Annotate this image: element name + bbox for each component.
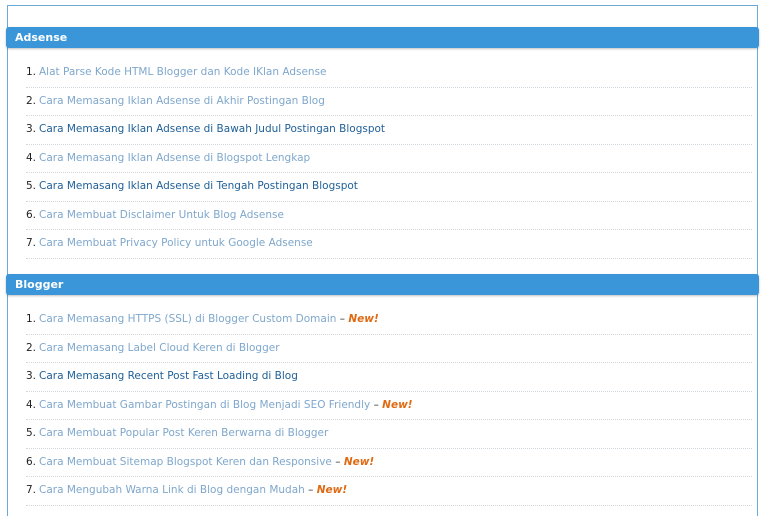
blogger-post-list: 1. Cara Memasang HTTPS (SSL) di Blogger C… <box>26 306 752 506</box>
item-number: 5. <box>26 427 37 439</box>
post-link[interactable]: Cara Membuat Disclaimer Untuk Blog Adsen… <box>39 209 284 221</box>
item-number: 6. <box>26 455 37 468</box>
separator: – <box>335 455 341 468</box>
post-link[interactable]: Cara Memasang HTTPS (SSL) di Blogger Cus… <box>39 313 336 325</box>
post-link[interactable]: Cara Membuat Gambar Postingan di Blog Me… <box>39 399 370 411</box>
post-link[interactable]: Cara Memasang Recent Post Fast Loading d… <box>39 370 298 382</box>
item-number: 3. <box>26 370 37 382</box>
post-link[interactable]: Cara Memasang Label Cloud Keren di Blogg… <box>39 342 280 354</box>
post-link[interactable]: Cara Mengubah Warna Link di Blog dengan … <box>39 484 305 496</box>
item-number: 6. <box>26 208 37 221</box>
new-badge: New! <box>343 455 375 468</box>
item-number: 2. <box>26 341 37 354</box>
list-item: 3. Cara Memasang Recent Post Fast Loading… <box>26 363 752 392</box>
post-link[interactable]: Cara Memasang Iklan Adsense di Bawah Jud… <box>39 123 385 135</box>
post-link[interactable]: Cara Memasang Iklan Adsense di Akhir Pos… <box>39 95 325 107</box>
post-link[interactable]: Cara Membuat Sitemap Blogspot Keren dan … <box>39 456 332 468</box>
list-item: 1. Cara Memasang HTTPS (SSL) di Blogger C… <box>26 306 752 335</box>
item-number: 5. <box>26 180 37 192</box>
list-item: 5. Cara Memasang Iklan Adsense di Tengah … <box>26 173 752 202</box>
post-link[interactable]: Cara Memasang Iklan Adsense di Blogspot … <box>39 152 310 164</box>
post-link[interactable]: Cara Memasang Iklan Adsense di Tengah Po… <box>39 180 358 192</box>
item-number: 4. <box>26 151 37 164</box>
item-number: 7. <box>26 484 37 496</box>
list-item: 2. Cara Memasang Label Cloud Keren di Blo… <box>26 335 752 363</box>
list-item: 6. Cara Membuat Sitemap Blogspot Keren da… <box>26 449 752 477</box>
list-item: 6. Cara Membuat Disclaimer Untuk Blog Ads… <box>26 202 752 230</box>
item-number: 4. <box>26 398 37 411</box>
post-link[interactable]: Cara Membuat Privacy Policy untuk Google… <box>39 237 313 249</box>
post-link[interactable]: Cara Membuat Popular Post Keren Berwarna… <box>39 427 328 439</box>
new-badge: New! <box>348 313 379 325</box>
post-link[interactable]: Alat Parse Kode HTML Blogger dan Kode IK… <box>39 66 327 78</box>
item-number: 2. <box>26 94 37 107</box>
new-badge: New! <box>382 398 413 411</box>
section-header-blogger: Blogger <box>6 274 759 295</box>
list-item: 4. Cara Membuat Gambar Postingan di Blog … <box>26 392 752 420</box>
adsense-post-list: 1. Alat Parse Kode HTML Blogger dan Kode … <box>26 59 752 259</box>
list-item: 4. Cara Memasang Iklan Adsense di Blogspo… <box>26 145 752 173</box>
section-title: Adsense <box>15 31 68 44</box>
item-number: 3. <box>26 123 37 135</box>
item-number: 1. <box>26 313 37 325</box>
item-number: 7. <box>26 237 37 249</box>
list-item: 1. Alat Parse Kode HTML Blogger dan Kode … <box>26 59 752 88</box>
section-header-adsense: Adsense <box>6 27 759 48</box>
list-item: 5. Cara Membuat Popular Post Keren Berwar… <box>26 420 752 449</box>
section-title: Blogger <box>15 278 64 291</box>
separator: – <box>339 313 345 325</box>
separator: – <box>308 484 314 496</box>
list-item: 7. Cara Mengubah Warna Link di Blog denga… <box>26 477 752 506</box>
separator: – <box>373 398 379 411</box>
list-item: 3. Cara Memasang Iklan Adsense di Bawah J… <box>26 116 752 145</box>
list-item: 2. Cara Memasang Iklan Adsense di Akhir P… <box>26 88 752 116</box>
new-badge: New! <box>316 484 348 496</box>
item-number: 1. <box>26 66 37 78</box>
list-item: 7. Cara Membuat Privacy Policy untuk Goog… <box>26 230 752 259</box>
